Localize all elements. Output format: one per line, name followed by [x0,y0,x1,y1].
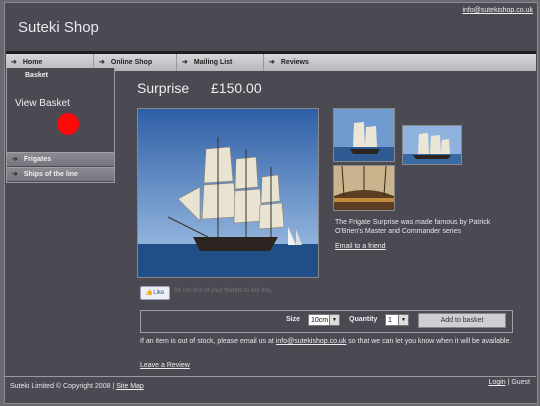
category-label: Frigates [23,156,52,163]
nav-item-reviews[interactable]: ➔ Reviews [264,54,536,71]
arrow-right-icon: ➔ [12,156,18,163]
chevron-down-icon: ▼ [329,315,339,325]
footer-account: Login | Guest [488,379,530,386]
nav-label: Online Shop [110,59,153,66]
site-map-link[interactable]: Site Map [116,383,144,390]
footer-copyright: Suteki Limited © Copyright 2008 | Site M… [10,383,144,390]
arrow-right-icon: ➔ [12,171,18,178]
leave-review-link[interactable]: Leave a Review [140,362,190,369]
product-description: The Frigate Surprise was made famous by … [335,219,491,235]
nav-label: Mailing List [193,59,233,66]
footer: Suteki Limited © Copyright 2008 | Site M… [4,376,536,395]
like-label: Like [153,290,165,296]
quantity-value: 1 [388,317,392,324]
quantity-select[interactable]: 1 ▼ [385,314,409,326]
product-name: Surprise [137,80,190,96]
site-title[interactable]: Suteki Shop [18,19,99,36]
category-ships-of-the-line[interactable]: ➔ Ships of the line [7,167,114,181]
size-value: 10cm [311,317,329,324]
category-label: Ships of the line [23,171,78,178]
stock-email-link[interactable]: info@sutekishop.co.uk [276,338,347,345]
facebook-like-text: Be the first of your friends to like thi… [174,288,273,294]
arrow-right-icon: ➔ [269,59,275,66]
login-link[interactable]: Login [488,379,505,386]
product-thumbnail[interactable] [402,125,462,165]
nav-label: Home [22,59,43,66]
arrow-right-icon: ➔ [182,59,188,66]
add-to-basket-button[interactable]: Add to basket [418,313,506,328]
purchase-panel: Size 10cm ▼ Quantity 1 ▼ Add to basket [140,310,513,333]
guest-text: | Guest [505,379,530,386]
cursor-marker [57,113,79,135]
size-label: Size [286,316,301,323]
quantity-label: Quantity [349,316,378,323]
nav-label: Reviews [280,59,309,66]
view-basket-link[interactable]: View Basket [15,98,70,109]
product-price: £150.00 [211,80,262,96]
nav-item-mailing-list[interactable]: ➔ Mailing List [177,54,264,71]
facebook-like-button[interactable]: 👍Like [140,286,170,300]
stock-message-text: If an item is out of stock, please email… [140,338,276,345]
basket-heading: Basket [25,72,48,79]
size-select[interactable]: 10cm ▼ [308,314,340,326]
email-friend-link[interactable]: Email to a friend [335,243,386,250]
left-menu: Basket View Basket ➔ Frigates ➔ Ships of t… [6,68,115,183]
product-thumbnail[interactable] [333,108,395,162]
header-email-link[interactable]: info@sutekishop.co.uk [462,7,533,14]
product-deck-thumbnail[interactable] [333,165,395,211]
chevron-down-icon: ▼ [398,315,408,325]
copyright-text: Suteki Limited © Copyright 2008 | [10,383,117,390]
stock-message-text: so that we can let you know when it will… [346,338,512,345]
category-frigates[interactable]: ➔ Frigates [7,152,114,166]
product-main-image[interactable] [137,108,319,278]
stock-message: If an item is out of stock, please email… [140,337,512,346]
